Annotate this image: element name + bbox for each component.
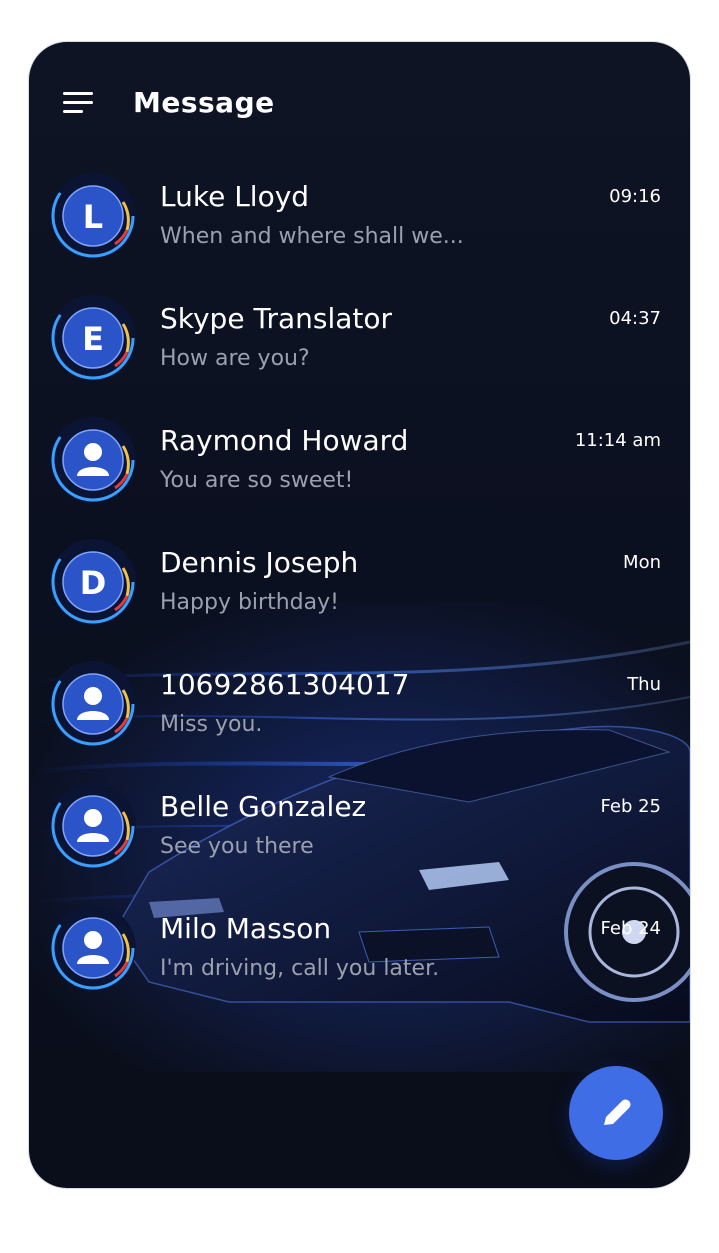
avatar-letter: L	[83, 198, 103, 236]
message-time: Mon	[623, 552, 661, 573]
avatar-letter: D	[80, 564, 107, 602]
message-preview: Happy birthday!	[160, 590, 339, 615]
message-preview: How are you?	[160, 346, 310, 371]
message-time: 11:14 am	[574, 430, 661, 451]
avatar-letter: E	[82, 320, 104, 358]
conversation-item-belle-gonzalez[interactable]: Belle Gonzalez See you there Feb 25	[29, 778, 690, 900]
person-avatar-icon	[50, 417, 136, 503]
person-avatar-icon	[50, 905, 136, 991]
person-avatar-icon	[50, 783, 136, 869]
compose-button[interactable]	[569, 1066, 663, 1160]
contact-name: Luke Lloyd	[160, 180, 310, 213]
message-preview: I'm driving, call you later.	[160, 956, 440, 981]
message-preview: See you there	[160, 834, 314, 859]
contact-name: 10692861304017	[160, 668, 410, 701]
conversation-item-milo-masson[interactable]: Milo Masson I'm driving, call you later.…	[29, 900, 690, 1022]
message-time: Feb 24	[600, 918, 662, 939]
letter-avatar-icon: D	[50, 539, 136, 625]
contact-name: Milo Masson	[160, 912, 332, 945]
contact-name: Raymond Howard	[160, 424, 409, 457]
app-header: Message	[29, 42, 690, 162]
page-title: Message	[133, 86, 275, 119]
conversation-item-dennis-joseph[interactable]: D Dennis Joseph Happy birthday! Mon	[29, 534, 690, 656]
letter-avatar-icon: L	[50, 173, 136, 259]
pencil-compose-icon	[604, 1099, 631, 1125]
conversation-item-10692861304017[interactable]: 10692861304017 Miss you. Thu	[29, 656, 690, 778]
message-time: 09:16	[609, 186, 661, 207]
phone-screen: Message L Luke Lloyd When and where shal…	[29, 42, 690, 1188]
message-time: Thu	[627, 674, 661, 695]
conversation-list: L Luke Lloyd When and where shall we... …	[29, 168, 690, 1022]
message-time: Feb 25	[600, 796, 662, 817]
contact-name: Dennis Joseph	[160, 546, 359, 579]
message-preview: When and where shall we...	[160, 224, 464, 249]
conversation-item-skype-translator[interactable]: E Skype Translator How are you? 04:37	[29, 290, 690, 412]
contact-name: Belle Gonzalez	[160, 790, 367, 823]
hamburger-menu-icon[interactable]	[63, 90, 95, 116]
message-preview: Miss you.	[160, 712, 263, 737]
contact-name: Skype Translator	[160, 302, 393, 335]
person-avatar-icon	[50, 661, 136, 747]
conversation-item-luke-lloyd[interactable]: L Luke Lloyd When and where shall we... …	[29, 168, 690, 290]
letter-avatar-icon: E	[50, 295, 136, 381]
message-preview: You are so sweet!	[160, 468, 354, 493]
conversation-item-raymond-howard[interactable]: Raymond Howard You are so sweet! 11:14 a…	[29, 412, 690, 534]
message-time: 04:37	[609, 308, 661, 329]
